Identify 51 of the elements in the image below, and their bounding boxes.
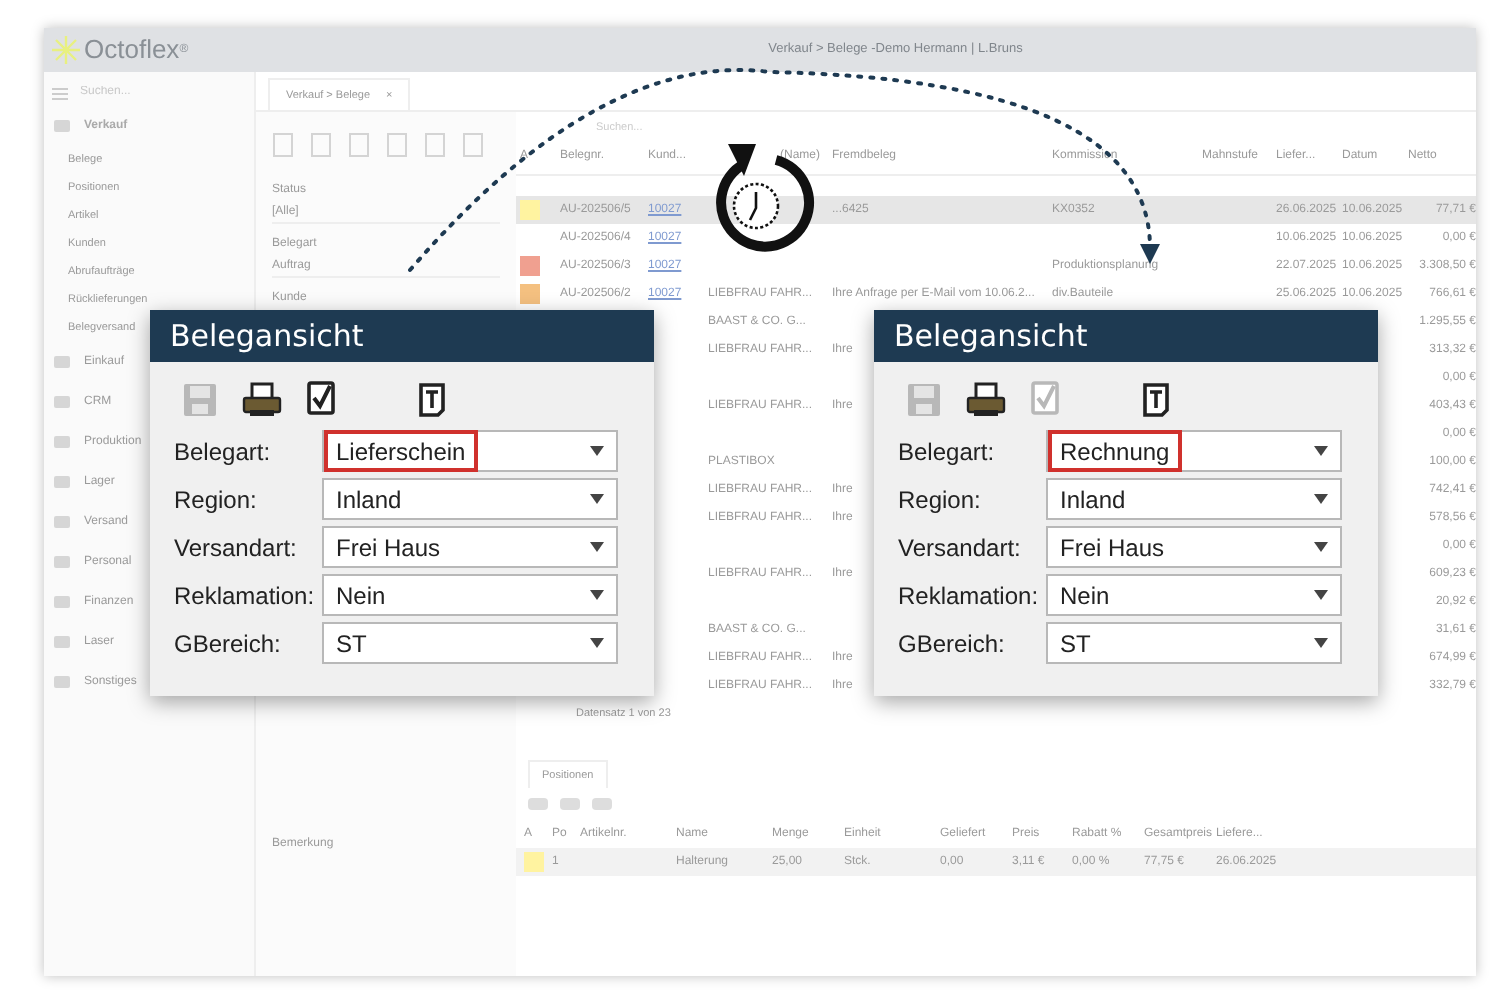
dropdown-value: ST (1058, 628, 1093, 662)
dropdown-value: Nein (334, 580, 388, 614)
dropdown-value: ST (334, 628, 369, 662)
toolbar-icon[interactable] (462, 132, 484, 158)
dropdown-caret-icon (590, 542, 604, 552)
toolbar-icon[interactable] (386, 132, 408, 158)
dropdown-caret-icon (1314, 542, 1328, 552)
logo-icon (52, 36, 80, 64)
toolbar-icon[interactable] (310, 132, 332, 158)
app-logo: Octoflex$^{®}$ (84, 32, 189, 69)
field-label: Reklamation: (898, 579, 1041, 613)
dropdown-value: Frei Haus (334, 532, 443, 566)
toolbar-icon[interactable] (348, 132, 370, 158)
dropdown-caret-icon (1314, 638, 1328, 648)
module-icon (52, 116, 72, 136)
dropdown-field[interactable]: Lieferschein (322, 430, 618, 472)
dialog-title: Belegansicht (150, 310, 654, 362)
text-document-icon[interactable] (418, 382, 446, 418)
field-label: Reklamation: (174, 579, 317, 613)
field-label: Versandart: (174, 531, 299, 565)
dropdown-value: Rechnung (1048, 430, 1182, 472)
field-label: GBereich: (174, 627, 283, 661)
field-label: Belegart: (898, 435, 997, 469)
dropdown-value: Nein (1058, 580, 1112, 614)
field-label: Region: (174, 483, 259, 517)
dropdown-field[interactable]: Frei Haus (1046, 526, 1342, 568)
field-label: Belegart: (174, 435, 273, 469)
field-label: Versandart: (898, 531, 1023, 565)
dropdown-value: Inland (1058, 484, 1128, 518)
dialog-title: Belegansicht (874, 310, 1378, 362)
printer-icon[interactable] (242, 382, 282, 418)
dropdown-value: Inland (334, 484, 404, 518)
field-label: GBereich: (898, 627, 1007, 661)
dropdown-field[interactable]: Nein (1046, 574, 1342, 616)
dropdown-field[interactable]: Inland (322, 478, 618, 520)
menu-icon[interactable] (52, 87, 68, 99)
dropdown-field[interactable]: Rechnung (1046, 430, 1342, 472)
dropdown-field[interactable]: ST (1046, 622, 1342, 664)
dropdown-value: Frei Haus (1058, 532, 1167, 566)
toolbar-icon[interactable] (424, 132, 446, 158)
dropdown-field[interactable]: ST (322, 622, 618, 664)
text-document-icon[interactable] (1142, 382, 1170, 418)
printer-icon[interactable] (966, 382, 1006, 418)
dropdown-field[interactable]: Frei Haus (322, 526, 618, 568)
dropdown-caret-icon (590, 638, 604, 648)
field-label: Region: (898, 483, 983, 517)
checkbox-document-icon[interactable] (306, 380, 338, 418)
dropdown-value: Lieferschein (324, 430, 478, 472)
dropdown-field[interactable]: Inland (1046, 478, 1342, 520)
toolbar-icon[interactable] (272, 132, 294, 158)
dropdown-field[interactable]: Nein (322, 574, 618, 616)
